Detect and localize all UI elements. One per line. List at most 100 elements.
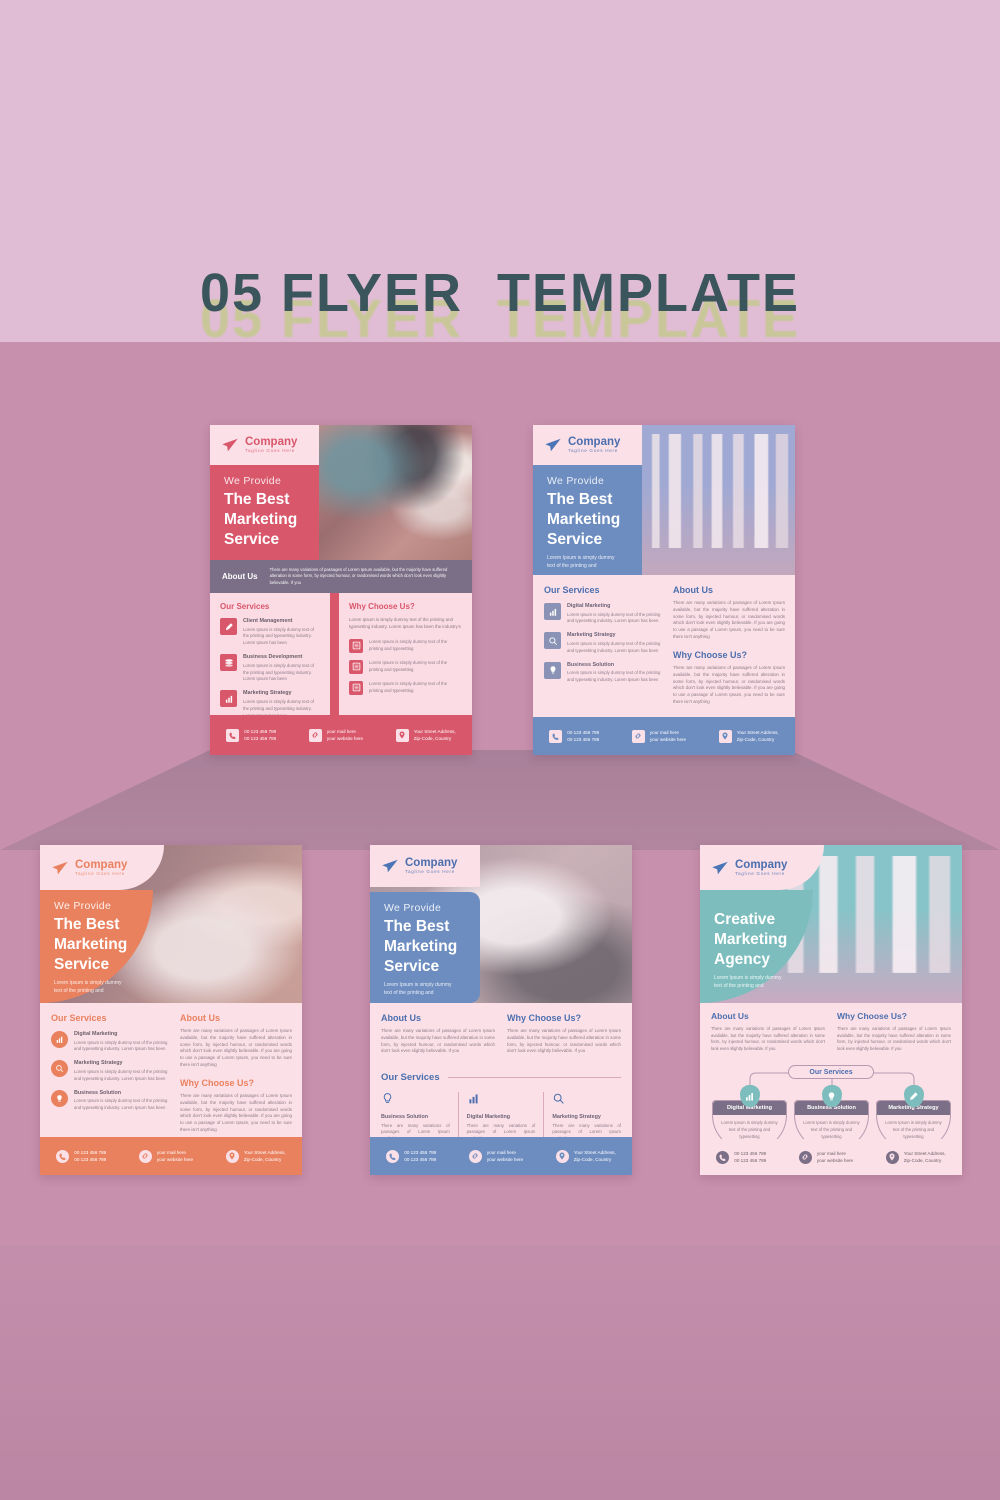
target-search-icon xyxy=(544,632,561,650)
target-search-icon xyxy=(554,1093,565,1104)
hero-text-block: We Provide The Best Marketing Service Lo… xyxy=(533,465,642,575)
brand-logo-block: Company Tagline Goes Here xyxy=(370,845,480,887)
flyer-orange[interactable]: Company Tagline Goes Here We Provide The… xyxy=(40,845,302,1175)
why-item[interactable]: Lorem Ipsum is simply dummy text of the … xyxy=(349,638,462,653)
contact-phone[interactable]: 00 123 456 789 00 123 456 789 xyxy=(226,728,276,742)
about-heading: About Us xyxy=(180,1013,220,1023)
service-name: Digital Marketing xyxy=(567,603,611,609)
service-item[interactable]: Digital Marketing Lorem Ipsum is simply … xyxy=(51,1031,169,1053)
contact-address[interactable]: Your Street Address, Zip-Code, Country xyxy=(395,728,456,742)
why-body: There are many variations of passages of… xyxy=(507,1028,621,1054)
phone-line-2: 00 123 456 789 xyxy=(74,1157,107,1162)
why-column: Why Choose Us? There are many variations… xyxy=(507,1013,621,1055)
services-column: Our Services Client Management Lorem Ips… xyxy=(210,593,330,718)
hero-sub-2: text of the printing and xyxy=(547,562,597,569)
why-item[interactable]: Lorem Ipsum is simply dummy text of the … xyxy=(349,680,462,695)
about-body: There are many variations of passages of… xyxy=(180,1028,292,1068)
link-icon xyxy=(138,1149,152,1163)
services-pill: Our Services xyxy=(788,1065,874,1079)
about-column: About Us There are many variations of pa… xyxy=(711,1011,825,1052)
hero-photo xyxy=(319,425,472,560)
service-body: Lorem Ipsum is simply dummy text of the … xyxy=(243,626,314,646)
service-body: Lorem Ipsum is simply dummy text of the … xyxy=(567,611,661,624)
flyer-teal[interactable]: Company Tagline Goes Here Creative Marke… xyxy=(700,845,962,1175)
contact-mail[interactable]: your mail here your website here xyxy=(138,1149,194,1163)
service-item[interactable]: Marketing Strategy Lorem Ipsum is simply… xyxy=(544,632,662,654)
service-item[interactable]: Marketing Strategy Lorem Ipsum is simply… xyxy=(51,1060,169,1082)
list-icon xyxy=(349,680,363,695)
hero-title-3: Agency xyxy=(714,950,770,968)
target-search-icon xyxy=(51,1060,68,1078)
contact-address[interactable]: Your Street Address, Zip-Code, Country xyxy=(555,1149,616,1163)
why-item[interactable]: Lorem Ipsum is simply dummy text of the … xyxy=(349,659,462,674)
heading-rule xyxy=(447,1077,621,1078)
bar-chart-icon xyxy=(220,690,237,708)
contact-mail[interactable]: your mail here your website here xyxy=(308,728,364,742)
contact-bar: 00 123 456 789 00 123 456 789 your mail h… xyxy=(533,717,795,755)
mail-line-2: your website here xyxy=(326,736,364,741)
why-heading: Why Choose Us? xyxy=(507,1013,582,1023)
service-name: Business Solution xyxy=(74,1089,122,1096)
flyer-red[interactable]: Company Tagline Goes Here We Provide The… xyxy=(210,425,472,755)
about-why-column: About Us There are many variations of pa… xyxy=(180,1013,292,1134)
layers-icon xyxy=(220,654,237,672)
services-heading: Our Services xyxy=(381,1072,440,1083)
contact-phone[interactable]: 00 123 456 789 00 123 456 789 xyxy=(716,1150,766,1164)
why-item-text: Lorem Ipsum is simply dummy text of the … xyxy=(369,680,448,693)
hero-title-3: Service xyxy=(224,530,280,548)
why-item-text: Lorem Ipsum is simply dummy text of the … xyxy=(369,659,448,672)
brush-icon xyxy=(220,618,237,635)
service-item[interactable]: Business Solution Lorem Ipsum is simply … xyxy=(544,661,662,684)
phone-icon xyxy=(56,1149,70,1163)
phone-line-1: 00 123 456 789 xyxy=(404,1149,437,1155)
contact-address[interactable]: Your Street Address, Zip-Code, Country xyxy=(718,729,779,743)
service-item[interactable]: Business Development Lorem Ipsum is simp… xyxy=(220,654,320,683)
hero-text-block: We Provide The Best Marketing Service xyxy=(210,465,319,560)
contact-phone[interactable]: 00 123 456 789 00 123 456 789 xyxy=(549,729,599,743)
phone-line-2: 00 123 456 789 xyxy=(734,1158,767,1163)
contact-mail[interactable]: your mail here your website here xyxy=(468,1149,523,1163)
poster-headline: 05 FLYER TEMPLATE 05 FLYER TEMPLATE xyxy=(0,262,1000,349)
brand-tagline: Tagline Goes Here xyxy=(568,448,618,454)
why-heading: Why Choose Us? xyxy=(180,1077,255,1088)
mail-line-2: your website here xyxy=(156,1157,194,1162)
contact-mail[interactable]: your mail here your website here xyxy=(631,729,686,743)
phone-line-2: 00 123 456 789 xyxy=(404,1157,437,1162)
hero-title-1: The Best xyxy=(547,491,613,508)
hero-eyebrow: We Provide xyxy=(547,475,605,487)
mail-line-1: your mail here xyxy=(486,1149,516,1155)
addr-line-2: Zip-Code, Country xyxy=(903,1158,942,1163)
service-item[interactable]: Business Solution Lorem Ipsum is simply … xyxy=(51,1089,169,1112)
why-item-text: Lorem Ipsum is simply dummy text of the … xyxy=(369,638,448,651)
services-heading: Our Services xyxy=(809,1068,853,1076)
hero-title-3: Service xyxy=(547,530,603,548)
addr-line-2: Zip-Code, Country xyxy=(736,737,775,742)
service-item[interactable]: Business Solution There are many variati… xyxy=(381,1092,458,1143)
addr-line-1: Your Street Address, xyxy=(736,729,779,735)
service-item[interactable]: Client Management Lorem Ipsum is simply … xyxy=(220,618,320,647)
lightbulb-icon xyxy=(51,1089,68,1107)
service-item[interactable]: Marketing Strategy There are many variat… xyxy=(544,1092,621,1143)
why-body: There are many variations of passages of… xyxy=(180,1092,292,1133)
contact-phone[interactable]: 00 123 456 789 00 123 456 789 xyxy=(386,1149,436,1163)
contact-address[interactable]: Your Street Address, Zip-Code, Country xyxy=(885,1150,946,1164)
about-body: There are many variations of passages of… xyxy=(269,566,448,585)
contact-address[interactable]: Your Street Address, Zip-Code, Country xyxy=(225,1149,286,1163)
service-item[interactable]: Digital Marketing There are many variati… xyxy=(459,1092,544,1143)
flyer-blue-bottom[interactable]: Company Tagline Goes Here We Provide The… xyxy=(370,845,632,1175)
hero-title-3: Service xyxy=(54,955,110,973)
service-item[interactable]: Digital Marketing Lorem Ipsum is simply … xyxy=(544,603,662,625)
contact-mail[interactable]: your mail here your website here xyxy=(798,1150,853,1164)
paper-plane-icon xyxy=(52,861,68,874)
about-body: There are many variations of passages of… xyxy=(673,600,785,640)
hero-text-block: We Provide The Best Marketing Service Lo… xyxy=(370,892,480,1003)
brand-tagline: Tagline Goes Here xyxy=(75,870,125,876)
services-heading-row: Our Services xyxy=(381,1072,621,1083)
hero-eyebrow: We Provide xyxy=(384,902,442,914)
location-pin-icon xyxy=(555,1149,569,1163)
location-pin-icon xyxy=(395,728,409,742)
hero-title-2: Marketing xyxy=(547,510,621,528)
flyer-blue-top[interactable]: Company Tagline Goes Here We Provide The… xyxy=(533,425,795,755)
brand-name: Company xyxy=(245,436,298,449)
contact-phone[interactable]: 00 123 456 789 00 123 456 789 xyxy=(56,1149,106,1163)
